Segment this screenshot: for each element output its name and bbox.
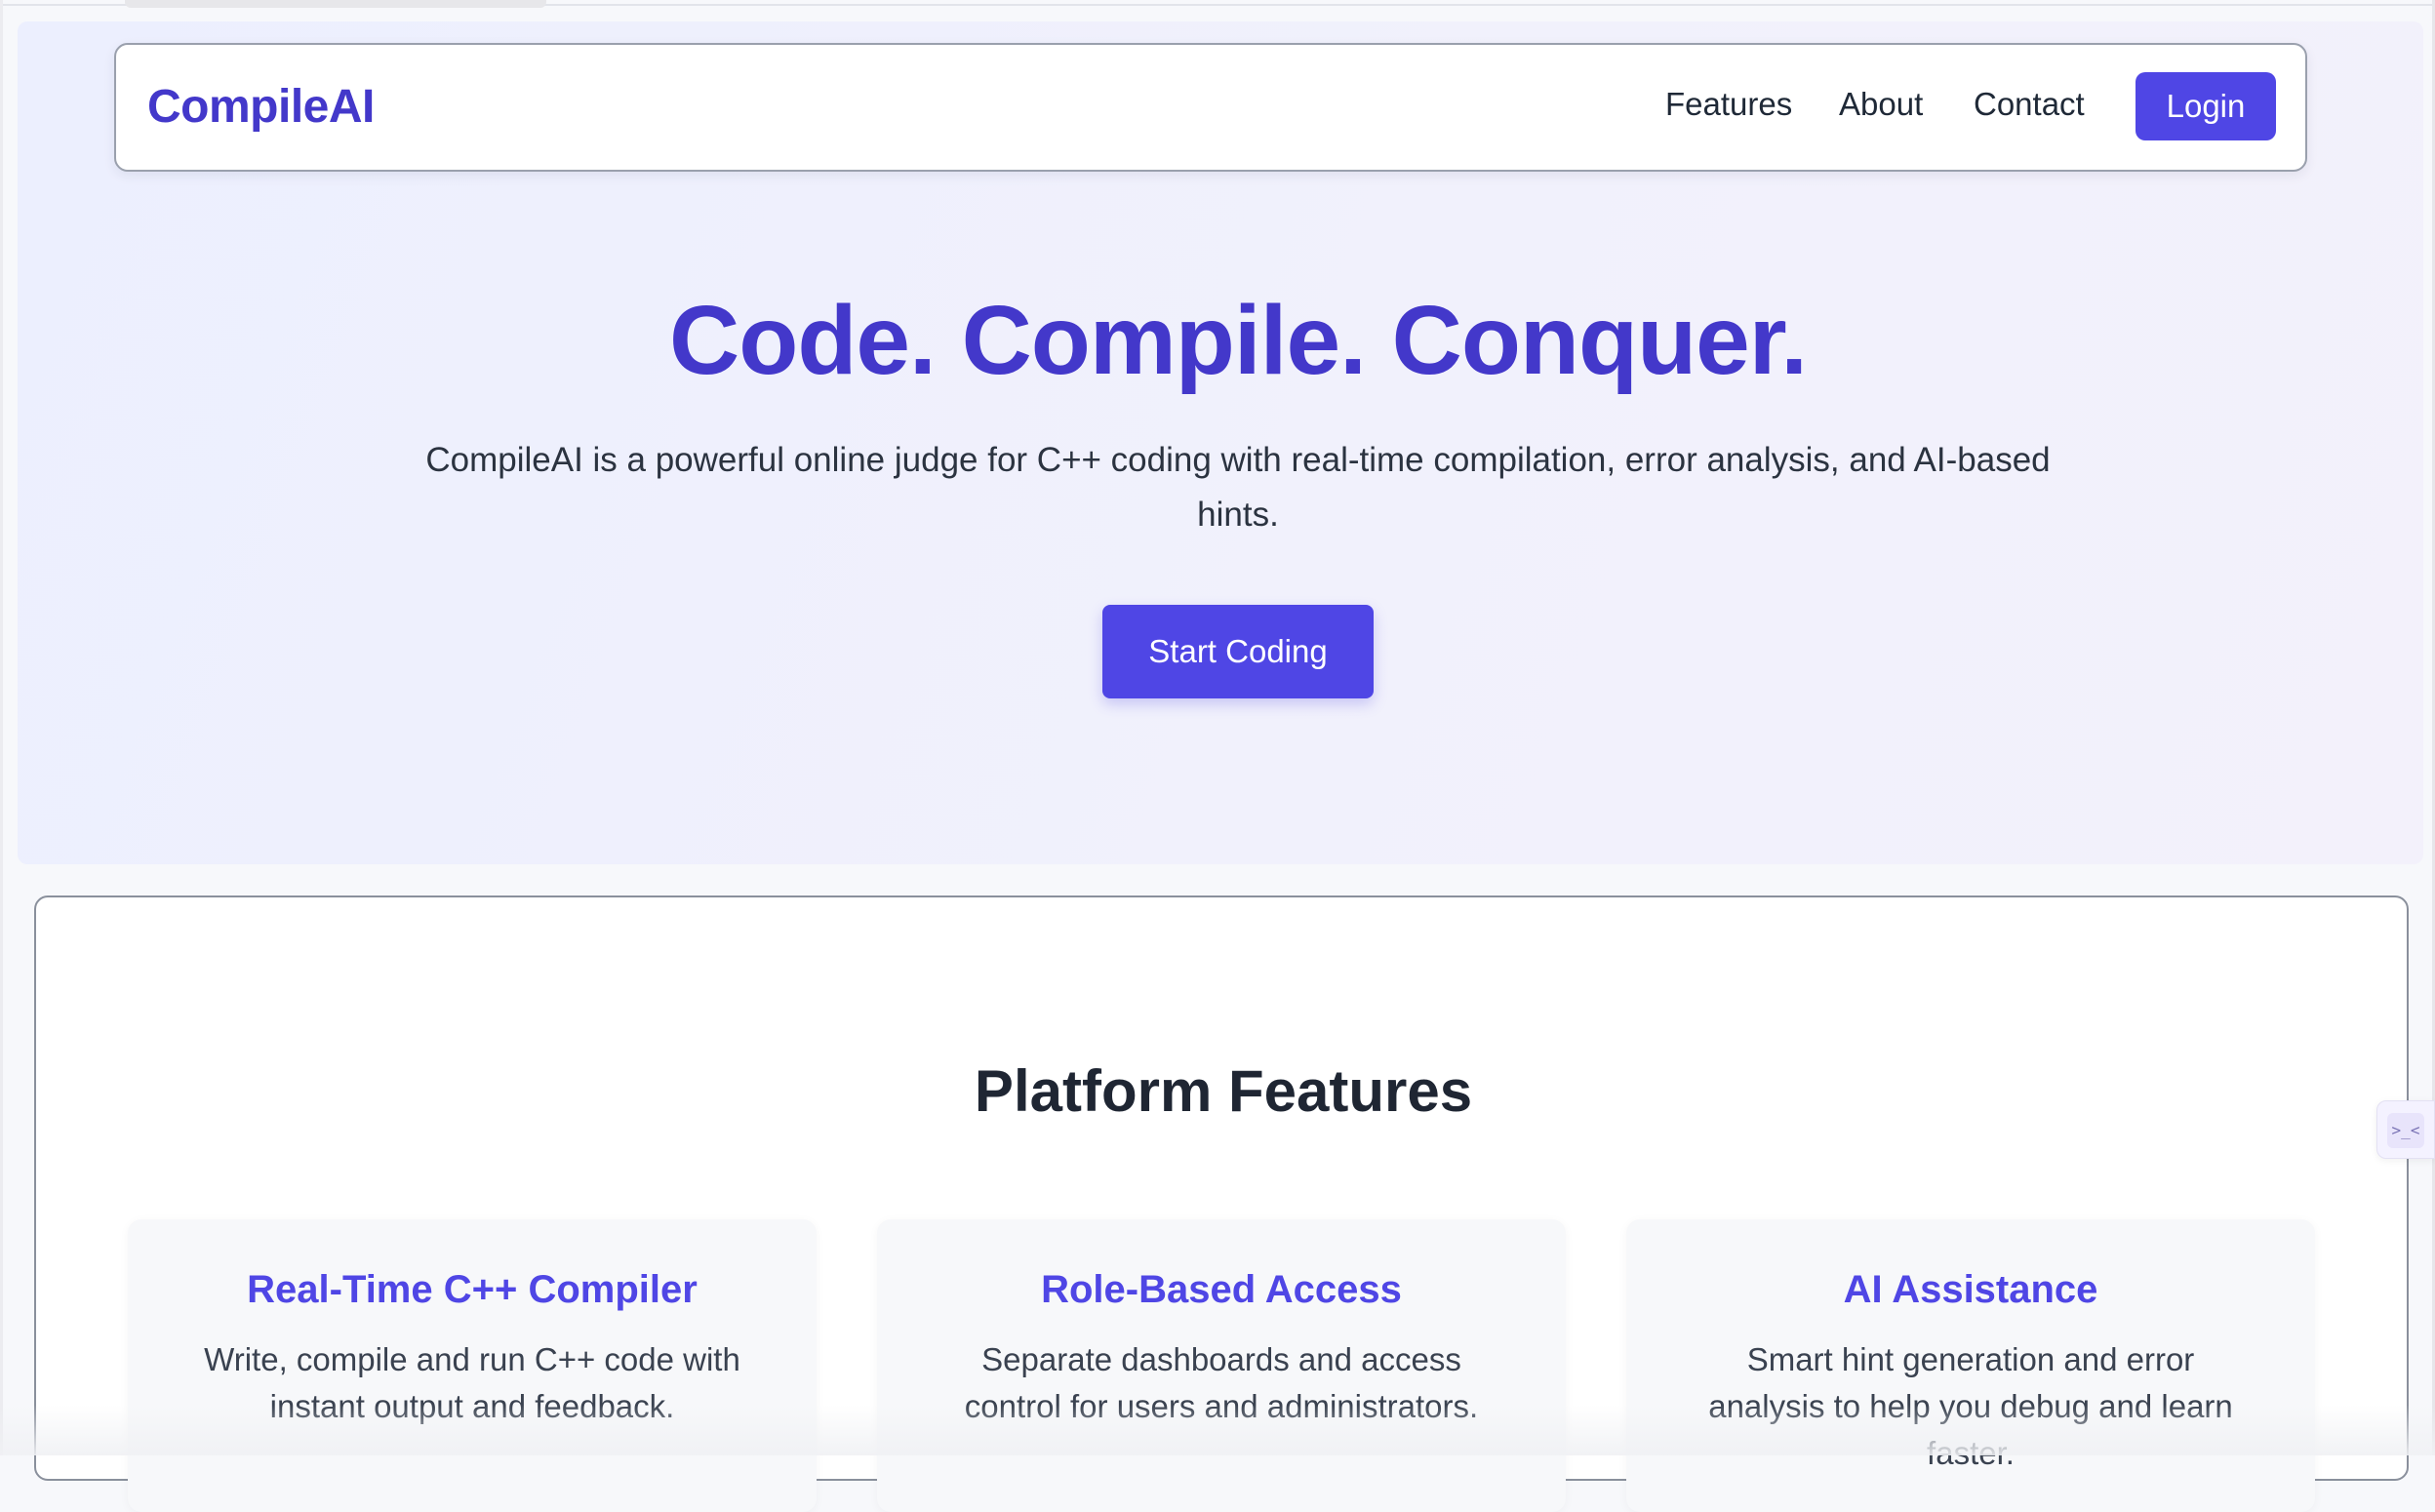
bottom-fade [0,1405,2435,1455]
feature-card-title: Role-Based Access [1041,1268,1402,1311]
feature-card-access: Role-Based Access Separate dashboards an… [877,1219,1566,1512]
nav-link-contact[interactable]: Contact [1974,86,2085,123]
nav-link-about[interactable]: About [1839,86,1923,123]
nav-link-features[interactable]: Features [1665,86,1792,123]
hero-title: Code. Compile. Conquer. [669,286,1808,395]
browser-top-edge [0,0,2435,8]
brand-logo[interactable]: CompileAI [147,80,375,134]
login-button[interactable]: Login [2136,72,2276,140]
hero-section: CompileAI Features About Contact Login C… [18,21,2423,864]
features-title: Platform Features [974,1058,1473,1124]
start-coding-button[interactable]: Start Coding [1102,605,1374,698]
feature-card-compiler: Real-Time C++ Compiler Write, compile an… [128,1219,817,1512]
feature-card-title: AI Assistance [1843,1268,2098,1311]
floating-assistant-widget[interactable]: >_< [2376,1100,2435,1159]
assistant-icon[interactable]: >_< [2387,1113,2424,1148]
features-section: Platform Features Real-Time C++ Compiler… [34,895,2409,1512]
feature-card-ai: AI Assistance Smart hint generation and … [1626,1219,2315,1512]
left-edge [0,0,3,1455]
browser-tab-stub[interactable] [125,0,546,8]
feature-card-title: Real-Time C++ Compiler [247,1268,698,1311]
hero-subtitle: CompileAI is a powerful online judge for… [425,441,2051,534]
navbar: CompileAI Features About Contact Login [114,43,2307,172]
